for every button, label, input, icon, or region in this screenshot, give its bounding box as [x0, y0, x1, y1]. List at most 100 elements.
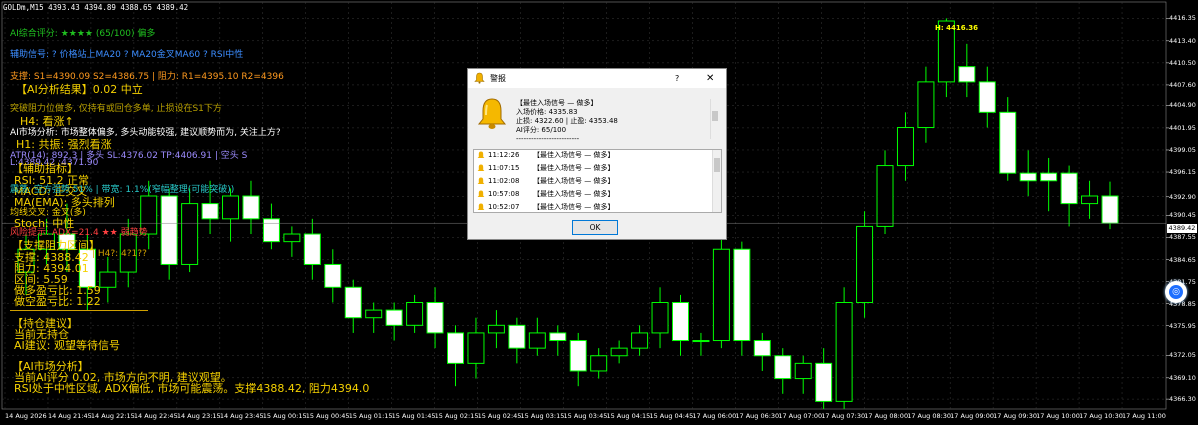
candle-bull [487, 324, 505, 334]
assistant-button[interactable]: ◎ [1165, 281, 1187, 303]
candle-bear [1060, 172, 1078, 205]
bell-icon [474, 72, 485, 91]
list-scrollbar[interactable] [712, 150, 721, 212]
alert-msg-entry: 入场价格: 4335.83 [516, 108, 578, 116]
candle-bear [324, 263, 342, 288]
candle-bull [631, 332, 649, 349]
price-label: 4390.45 [1169, 211, 1196, 220]
list-item-time: 11:02:08 [488, 177, 520, 185]
candle-bear [978, 81, 996, 113]
aux-signal-line: 辅助信号: ? 价格站上MA20 ? MA20金叉MA60 ? RSI中性 [10, 50, 244, 60]
time-label: 15 Aug 04:15 [606, 412, 651, 420]
message-scroll-thumb[interactable] [712, 111, 718, 121]
list-item-time: 11:12:26 [488, 151, 520, 159]
candle-bear [508, 324, 526, 349]
price-label: 4413.40 [1169, 36, 1196, 45]
candle-bear [160, 195, 178, 265]
list-item-time: 10:52:07 [488, 203, 520, 211]
candle-bear [569, 340, 587, 372]
candle-bull [181, 203, 199, 265]
bell-icon [477, 203, 485, 212]
time-label: 17 Aug 07:00 [778, 412, 823, 420]
time-label: 14 Aug 21:45 [47, 412, 92, 420]
price-label: 4369.10 [1169, 373, 1196, 382]
list-item[interactable]: 11:12:26 【最佳入场信号 — 做多】 [474, 150, 712, 161]
time-label: 15 Aug 02:45 [477, 412, 522, 420]
time-label: 17 Aug 06:30 [735, 412, 780, 420]
candle-bear [426, 301, 444, 334]
alert-msg-sltp: 止损: 4322.60 | 止盈: 4353.48 [516, 117, 618, 125]
time-label: 17 Aug 07:30 [821, 412, 866, 420]
time-label: 17 Aug 10:30 [1079, 412, 1123, 420]
current-price-tag: 4389.42 [1167, 224, 1197, 233]
candle-bull [835, 301, 853, 402]
candle-bull [610, 347, 628, 357]
candle-bear [303, 233, 321, 265]
time-label: 14 Aug 23:15 [176, 412, 221, 420]
divider [10, 310, 148, 311]
high-marker: H: 4416.36 [935, 24, 978, 32]
list-item-message: 【最佳入场信号 — 做多】 [533, 177, 615, 185]
candle-bull [1081, 195, 1099, 205]
price-label: 4372.05 [1169, 351, 1196, 360]
alert-history-list[interactable]: 11:12:26 【最佳入场信号 — 做多】 11:07:15 【最佳入场信号 … [473, 149, 722, 213]
candle-bull [856, 225, 874, 303]
candle-bull [692, 340, 710, 343]
list-item-time: 11:07:15 [488, 164, 520, 172]
time-label: 17 Aug 06:00 [692, 412, 737, 420]
candle-bear [385, 309, 403, 326]
candle-bull [896, 127, 914, 167]
price-label: 4399.05 [1169, 145, 1196, 154]
list-item[interactable]: 11:07:15 【最佳入场信号 — 做多】 [474, 163, 712, 174]
ai-analysis-title: 【AI分析结果】0.02 中立 [16, 83, 143, 96]
ai-score-line: AI综合评分: ★★★★ (65/100) 偏多 [10, 29, 156, 39]
price-label: 4404.90 [1169, 101, 1196, 110]
price-label: 4407.60 [1169, 80, 1196, 89]
candle-bull [222, 195, 240, 220]
time-label: 14 Aug 22:15 [90, 412, 135, 420]
list-item[interactable]: 11:02:08 【最佳入场信号 — 做多】 [474, 176, 712, 187]
candle-bear [671, 301, 689, 342]
symbol-header: GOLDm,M15 4393.43 4394.89 4388.65 4389.4… [3, 3, 189, 12]
message-scrollbar[interactable] [710, 99, 719, 139]
candle-bear [753, 340, 771, 357]
list-item-time: 10:57:08 [488, 190, 520, 198]
list-item-message: 【最佳入场信号 — 做多】 [533, 164, 615, 172]
time-label: 15 Aug 03:45 [563, 412, 608, 420]
candle-bear [1040, 172, 1058, 182]
time-label: 17 Aug 11:00 [1122, 412, 1166, 420]
price-label: 4396.15 [1169, 168, 1196, 177]
list-item-message: 【最佳入场信号 — 做多】 [533, 190, 615, 198]
candle-bear [344, 286, 362, 319]
alert-msg-score: AI评分: 65/100 [516, 126, 567, 134]
candle-bull [651, 301, 669, 334]
candle-bear [201, 203, 219, 220]
time-label: 15 Aug 01:15 [348, 412, 393, 420]
dialog-titlebar[interactable]: 警报 ? ✕ [468, 69, 726, 88]
close-button[interactable]: ✕ [706, 69, 714, 88]
position-ai: AI建议: 观望等待信号 [14, 339, 120, 352]
list-item[interactable]: 10:57:08 【最佳入场信号 — 做多】 [474, 189, 712, 200]
ok-button[interactable]: OK [572, 220, 618, 235]
time-label: 15 Aug 00:15 [262, 412, 307, 420]
list-item[interactable]: 10:52:07 【最佳入场信号 — 做多】 [474, 202, 712, 212]
time-label: 15 Aug 03:15 [520, 412, 565, 420]
price-label: 4392.90 [1169, 192, 1196, 201]
alert-msg-title: 【最佳入场信号 — 做多】 [516, 99, 598, 107]
time-label: 14 Aug 23:45 [219, 412, 264, 420]
candle-bull [876, 165, 894, 227]
candle-bear [999, 111, 1017, 174]
price-label: 4366.30 [1169, 395, 1196, 404]
list-scroll-thumb[interactable] [714, 158, 720, 172]
dialog-title: 警报 [490, 74, 506, 83]
price-label: 4387.55 [1169, 233, 1196, 242]
time-label: 15 Aug 01:45 [391, 412, 436, 420]
help-button[interactable]: ? [675, 69, 679, 88]
time-label: 15 Aug 00:45 [305, 412, 350, 420]
candle-bear [1101, 195, 1119, 224]
time-label: 17 Aug 09:30 [993, 412, 1037, 420]
alert-bell-icon [476, 97, 508, 135]
candle-bull [283, 233, 301, 243]
candle-bear [1019, 172, 1037, 182]
candle-bull [794, 362, 812, 380]
